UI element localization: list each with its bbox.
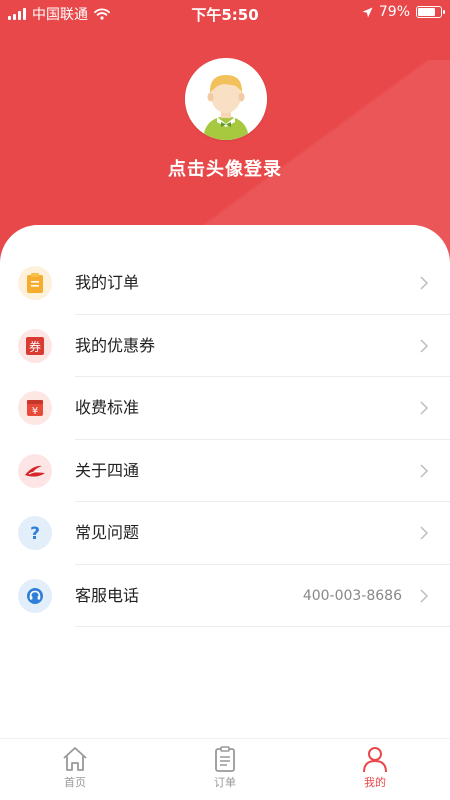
menu-item-label: 常见问题 — [75, 523, 140, 542]
user-icon — [363, 747, 387, 773]
avatar-boy-icon — [185, 58, 267, 140]
menu-item-coupons[interactable]: 券 我的优惠券 — [0, 315, 450, 377]
order-icon — [215, 746, 235, 772]
headset-icon — [18, 578, 52, 613]
menu-item-faq[interactable]: ? 常见问题 — [0, 502, 450, 565]
tab-label: 首页 — [64, 776, 86, 789]
question-glyph: ? — [30, 524, 40, 544]
question-icon: ? — [18, 516, 52, 550]
tab-label: 我的 — [364, 776, 386, 789]
hotline-number[interactable]: 400-003-8686 — [303, 565, 402, 627]
chevron-right-icon — [420, 463, 429, 478]
tab-orders[interactable]: 订单 — [180, 745, 270, 790]
battery-percent: 79% — [378, 4, 410, 20]
settings-menu: 我的订单 券 我的优惠券 ¥ 收费标准 关于四通 ? 常见问题 客服电话 400… — [0, 252, 450, 627]
tab-label: 订单 — [214, 776, 236, 789]
chevron-right-icon — [420, 338, 429, 353]
menu-item-label: 客服电话 — [75, 585, 140, 605]
chevron-right-icon — [420, 276, 429, 290]
menu-item-about[interactable]: 关于四通 — [0, 440, 450, 502]
home-icon — [63, 747, 87, 771]
clipboard-icon — [18, 266, 52, 300]
chevron-right-icon — [420, 526, 429, 540]
tab-me[interactable]: 我的 — [330, 745, 420, 790]
menu-item-label: 我的订单 — [75, 273, 140, 292]
battery-icon — [416, 6, 445, 18]
price-glyph: ¥ — [32, 406, 38, 417]
chevron-right-icon — [420, 401, 429, 415]
tab-home[interactable]: 首页 — [30, 745, 120, 790]
avatar[interactable] — [185, 58, 267, 140]
menu-item-label: 我的优惠券 — [75, 335, 156, 355]
login-prompt[interactable]: 点击头像登录 — [0, 155, 450, 181]
coupon-icon: 券 — [18, 328, 52, 363]
menu-item-pricing[interactable]: ¥ 收费标准 — [0, 377, 450, 440]
coupon-glyph: 券 — [29, 339, 41, 354]
status-bar: 中国联通 下午5:50 79% — [0, 0, 450, 26]
chevron-right-icon — [420, 588, 429, 603]
logo-icon — [18, 453, 52, 488]
divider — [75, 626, 450, 627]
menu-item-orders[interactable]: 我的订单 — [0, 252, 450, 315]
menu-item-hotline[interactable]: 客服电话 400-003-8686 — [0, 565, 450, 627]
location-arrow-icon — [362, 7, 373, 17]
tab-bar: 首页 订单 我的 — [0, 738, 450, 800]
menu-item-label: 收费标准 — [75, 398, 140, 417]
menu-item-label: 关于四通 — [75, 460, 140, 480]
price-tag-icon: ¥ — [18, 391, 52, 425]
